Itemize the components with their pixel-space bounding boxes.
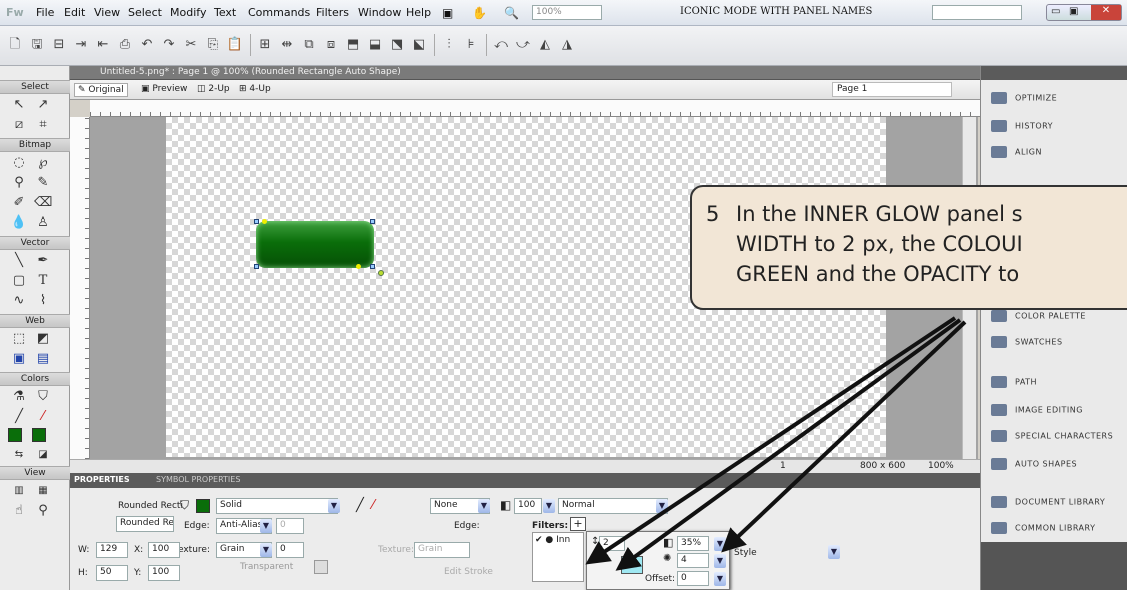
arrow-to-opacity [721,320,967,553]
callout-step-number: 5 [706,202,720,226]
callout-text: In the INNER GLOW panel s WIDTH to 2 px,… [736,202,1023,286]
arrow-to-width [585,316,957,565]
arrow-to-colour [615,318,962,571]
instruction-callout: 5 In the INNER GLOW panel s WIDTH to 2 p… [690,185,1127,310]
